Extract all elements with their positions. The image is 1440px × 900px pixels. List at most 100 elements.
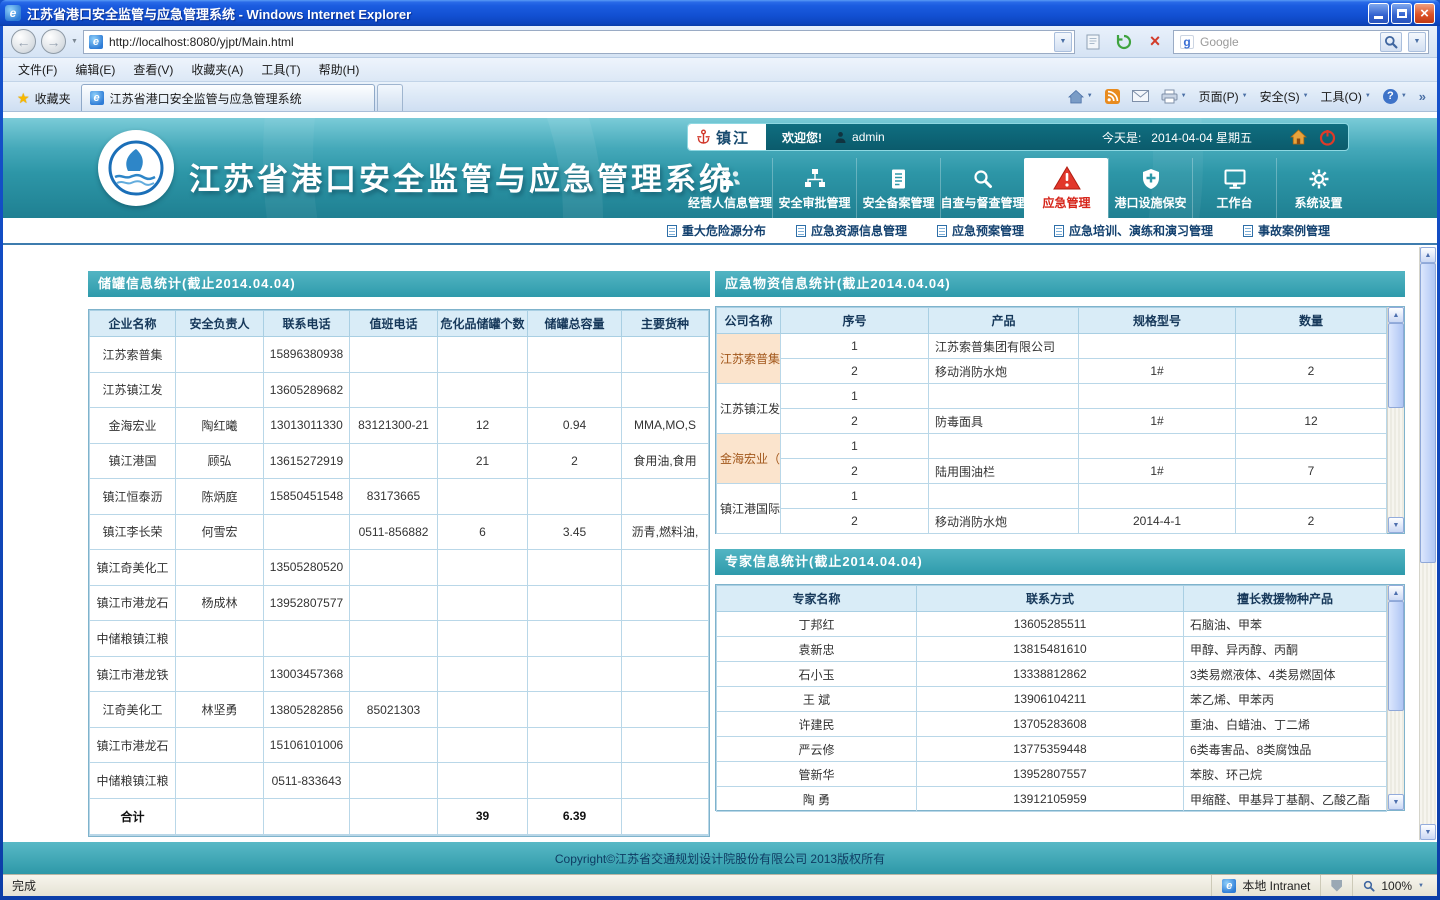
scroll-up-button[interactable] <box>1388 307 1404 323</box>
menu-item[interactable]: 编辑(E) <box>66 58 124 81</box>
cell-company: 江苏镇江发电有限公司 <box>717 384 781 434</box>
workbench-icon <box>1222 164 1248 191</box>
browser-tab[interactable]: 江苏省港口安全监管与应急管理系统 <box>81 84 375 111</box>
menu-item[interactable]: 文件(F) <box>9 58 66 81</box>
favorites-button[interactable]: 收藏夹 <box>7 85 81 111</box>
menu-item[interactable]: 工具(T) <box>252 58 309 81</box>
nav-item-security[interactable]: 港口设施保安 <box>1108 158 1192 218</box>
site-header: 江苏省港口安全监管与应急管理系统 镇江 欢迎您! admin 今天是: 2014… <box>3 118 1437 218</box>
supplies-header-row: 公司名称序号产品规格型号数量 <box>717 308 1387 334</box>
minimize-button[interactable] <box>1368 3 1389 24</box>
scrollbar-thumb[interactable] <box>1388 323 1404 408</box>
experts-rows: 丁邦红 13605285511 石脑油、甲苯 袁新忠 13815481610 甲… <box>717 612 1387 812</box>
safety-menu-button[interactable]: 安全(S) <box>1255 84 1314 109</box>
cell-no: 2 <box>781 409 929 434</box>
cell-qty: 2 <box>1236 509 1387 534</box>
tank-column-header: 企业名称 <box>90 311 176 337</box>
menu-item[interactable]: 查看(V) <box>124 58 182 81</box>
page-scrollbar[interactable] <box>1419 247 1436 840</box>
menu-bar: 文件(F)编辑(E)查看(V)收藏夹(A)工具(T)帮助(H) <box>3 58 1437 82</box>
scrollbar-track[interactable] <box>1420 263 1436 824</box>
cell-phone: 15106101006 <box>264 727 350 763</box>
gear-icon <box>1306 164 1332 191</box>
table-row: 金海宏业（镇江）石化 1 <box>717 434 1387 459</box>
nav-item-workbench[interactable]: 工作台 <box>1192 158 1276 218</box>
back-button[interactable] <box>11 29 36 54</box>
forward-button[interactable] <box>41 29 66 54</box>
cell-expert-name: 严云修 <box>717 737 917 762</box>
search-button[interactable] <box>1380 32 1402 52</box>
home-button[interactable] <box>1063 84 1098 109</box>
scrollbar-thumb[interactable] <box>1388 601 1404 711</box>
page-menu-button[interactable]: 页面(P) <box>1194 84 1253 109</box>
subnav-item[interactable]: 重大危险源分布 <box>667 222 766 239</box>
supplies-column-header: 数量 <box>1236 308 1387 334</box>
read-mail-button[interactable] <box>1127 84 1154 109</box>
experts-table: 专家名称联系方式擅长救援物种产品 丁邦红 13605285511 石脑油、甲苯 <box>716 585 1387 812</box>
nav-item-approval[interactable]: 安全审批管理 <box>772 158 856 218</box>
scrollbar-track[interactable] <box>1388 323 1404 517</box>
cell-company: 镇江恒泰沥 <box>90 479 176 515</box>
supplies-scrollbar[interactable] <box>1387 307 1404 533</box>
address-dropdown-button[interactable] <box>1054 32 1072 52</box>
tools-menu-button[interactable]: 工具(O) <box>1316 84 1376 109</box>
zoom-control[interactable]: 100% <box>1352 875 1434 896</box>
print-button[interactable] <box>1156 84 1192 109</box>
url-text: http://localhost:8080/yjpt/Main.html <box>109 35 1048 49</box>
cell-no: 1 <box>781 334 929 359</box>
restore-button[interactable] <box>1391 3 1412 24</box>
search-dropdown-button[interactable] <box>1408 32 1426 52</box>
feeds-button[interactable] <box>1100 84 1125 109</box>
nav-item-emergency[interactable]: 应急管理 <box>1024 158 1108 218</box>
history-dropdown-icon[interactable] <box>71 38 78 45</box>
menu-item[interactable]: 收藏夹(A) <box>182 58 252 81</box>
filler-row <box>90 834 709 835</box>
logout-icon[interactable] <box>1319 129 1336 146</box>
table-row: 丁邦红 13605285511 石脑油、甲苯 <box>717 612 1387 637</box>
nav-label: 港口设施保安 <box>1114 194 1186 211</box>
nav-item-operators[interactable]: 经营人信息管理 <box>688 158 772 218</box>
nav-label: 系统设置 <box>1294 194 1342 211</box>
overflow-chevron[interactable] <box>1414 84 1431 109</box>
cell-duty-phone: 85021303 <box>350 692 438 728</box>
window-controls <box>1368 3 1435 24</box>
subnav-item[interactable]: 事故案例管理 <box>1243 222 1330 239</box>
scroll-down-button[interactable] <box>1388 517 1404 533</box>
cell-duty-phone: 0511-856882 <box>350 514 438 550</box>
address-bar[interactable]: http://localhost:8080/yjpt/Main.html <box>83 30 1075 54</box>
nav-item-record[interactable]: 安全备案管理 <box>856 158 940 218</box>
subnav-item[interactable]: 应急预案管理 <box>937 222 1024 239</box>
scroll-up-button[interactable] <box>1420 247 1436 263</box>
cell-expert-name: 袁新忠 <box>717 637 917 662</box>
close-button[interactable] <box>1414 3 1435 24</box>
scrollbar-thumb[interactable] <box>1420 263 1436 563</box>
nav-label: 工作台 <box>1216 194 1252 211</box>
experts-scrollbar[interactable] <box>1387 585 1404 810</box>
search-box[interactable]: Google <box>1173 30 1429 54</box>
page-icon <box>89 35 103 49</box>
stop-button[interactable] <box>1142 30 1168 54</box>
cell-specialty: 6类毒害品、8类腐蚀品 <box>1184 737 1387 762</box>
new-tab-button[interactable] <box>377 84 403 111</box>
cell-product: 移动消防水炮 <box>929 359 1079 384</box>
scroll-up-button[interactable] <box>1388 585 1404 601</box>
scroll-down-button[interactable] <box>1388 794 1404 810</box>
menu-item[interactable]: 帮助(H) <box>310 58 369 81</box>
subnav-item[interactable]: 应急培训、演练和演习管理 <box>1054 222 1213 239</box>
tank-column-header: 危化品储罐个数 <box>438 311 528 337</box>
subnav-item[interactable]: 应急资源信息管理 <box>796 222 907 239</box>
cell-duty-phone <box>350 443 438 479</box>
compatibility-button[interactable] <box>1080 30 1106 54</box>
nav-item-inspection[interactable]: 自查与督查管理 <box>940 158 1024 218</box>
cell-duty-phone <box>350 798 438 834</box>
cell-phone: 13505280520 <box>264 550 350 586</box>
nav-item-settings[interactable]: 系统设置 <box>1276 158 1360 218</box>
scroll-down-button[interactable] <box>1420 824 1436 840</box>
chevron-down-icon <box>1303 93 1309 99</box>
refresh-button[interactable] <box>1111 30 1137 54</box>
table-row: 镇江恒泰沥 陈炳庭 15850451548 83173665 <box>90 479 709 515</box>
help-button[interactable] <box>1378 84 1412 109</box>
cell-no: 1 <box>781 484 929 509</box>
scrollbar-track[interactable] <box>1388 601 1404 794</box>
homepage-icon[interactable] <box>1290 129 1307 145</box>
